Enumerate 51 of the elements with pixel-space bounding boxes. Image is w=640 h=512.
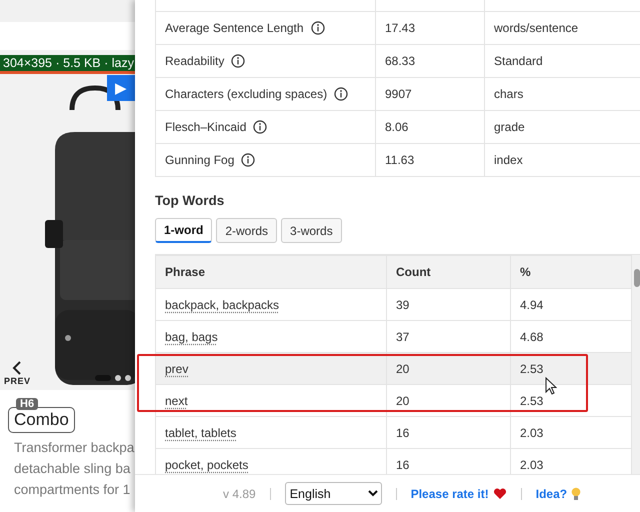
phrase-link[interactable]: tablet, tablets <box>165 426 236 440</box>
scrollbar[interactable] <box>632 255 640 474</box>
table-cell: 20 <box>386 384 510 416</box>
column-header: Phrase <box>156 256 386 288</box>
metric-label: Flesch–Kincaid <box>165 120 246 134</box>
description-line: compartments for 1 <box>14 481 132 499</box>
metric-label: Readability <box>165 54 224 68</box>
product-heading: Combo <box>8 407 75 433</box>
table-cell: 39 <box>386 288 510 320</box>
table-cell: 20 <box>386 352 510 384</box>
phrase-link[interactable]: bag, bags <box>165 330 218 344</box>
section-heading: Top Words <box>155 193 226 208</box>
info-icon[interactable] <box>231 54 246 68</box>
metric-value: 9907 <box>376 78 484 110</box>
info-icon[interactable] <box>253 120 268 134</box>
table-cell: 4.94 <box>510 288 632 320</box>
idea-link[interactable]: Idea? <box>536 486 582 500</box>
phrase-link[interactable]: prev <box>165 362 188 376</box>
metric-label: Average Sentence Length <box>165 21 304 35</box>
phrase-link[interactable]: next <box>165 394 188 408</box>
table-cell: 16 <box>386 416 510 448</box>
description-line: Transformer backpa <box>14 439 134 457</box>
metric-label: Gunning Fog <box>165 153 234 167</box>
metric-label: Characters (excluding spaces) <box>165 87 328 101</box>
metric-value: 17.43 <box>376 12 484 44</box>
metric-value: 68.33 <box>376 44 484 78</box>
column-header: % <box>510 256 632 288</box>
lightbulb-icon <box>571 486 582 500</box>
metric-value: 8.06 <box>376 110 484 144</box>
prev-button[interactable]: PREV <box>4 360 31 386</box>
info-icon[interactable] <box>334 87 348 101</box>
tab[interactable]: 2-words <box>216 218 278 243</box>
tab[interactable]: 1-word <box>155 218 212 243</box>
tab[interactable]: 3-words <box>281 218 342 243</box>
heading-tag-badge: H6 <box>16 398 38 410</box>
version-text: v 4.89 <box>223 486 256 500</box>
info-icon[interactable] <box>241 153 256 167</box>
table-cell: 2.03 <box>510 416 632 448</box>
chevron-left-icon <box>11 360 24 376</box>
table-cell: 2.53 <box>510 352 632 384</box>
description-line: detachable sling ba <box>14 460 132 478</box>
column-header: Count <box>386 256 510 288</box>
play-button[interactable]: ▶ <box>107 75 135 101</box>
info-icon[interactable] <box>310 21 325 35</box>
phrase-link[interactable]: pocket, pockets <box>165 458 248 472</box>
metric-value: 11.63 <box>376 144 484 176</box>
mouse-cursor-icon <box>545 377 557 395</box>
image-size-label: 304×395 · 5.5 KB · lazy <box>0 55 135 74</box>
heart-icon <box>492 487 507 500</box>
rate-link[interactable]: Please rate it! <box>410 486 507 500</box>
language-select[interactable]: English <box>284 482 382 505</box>
